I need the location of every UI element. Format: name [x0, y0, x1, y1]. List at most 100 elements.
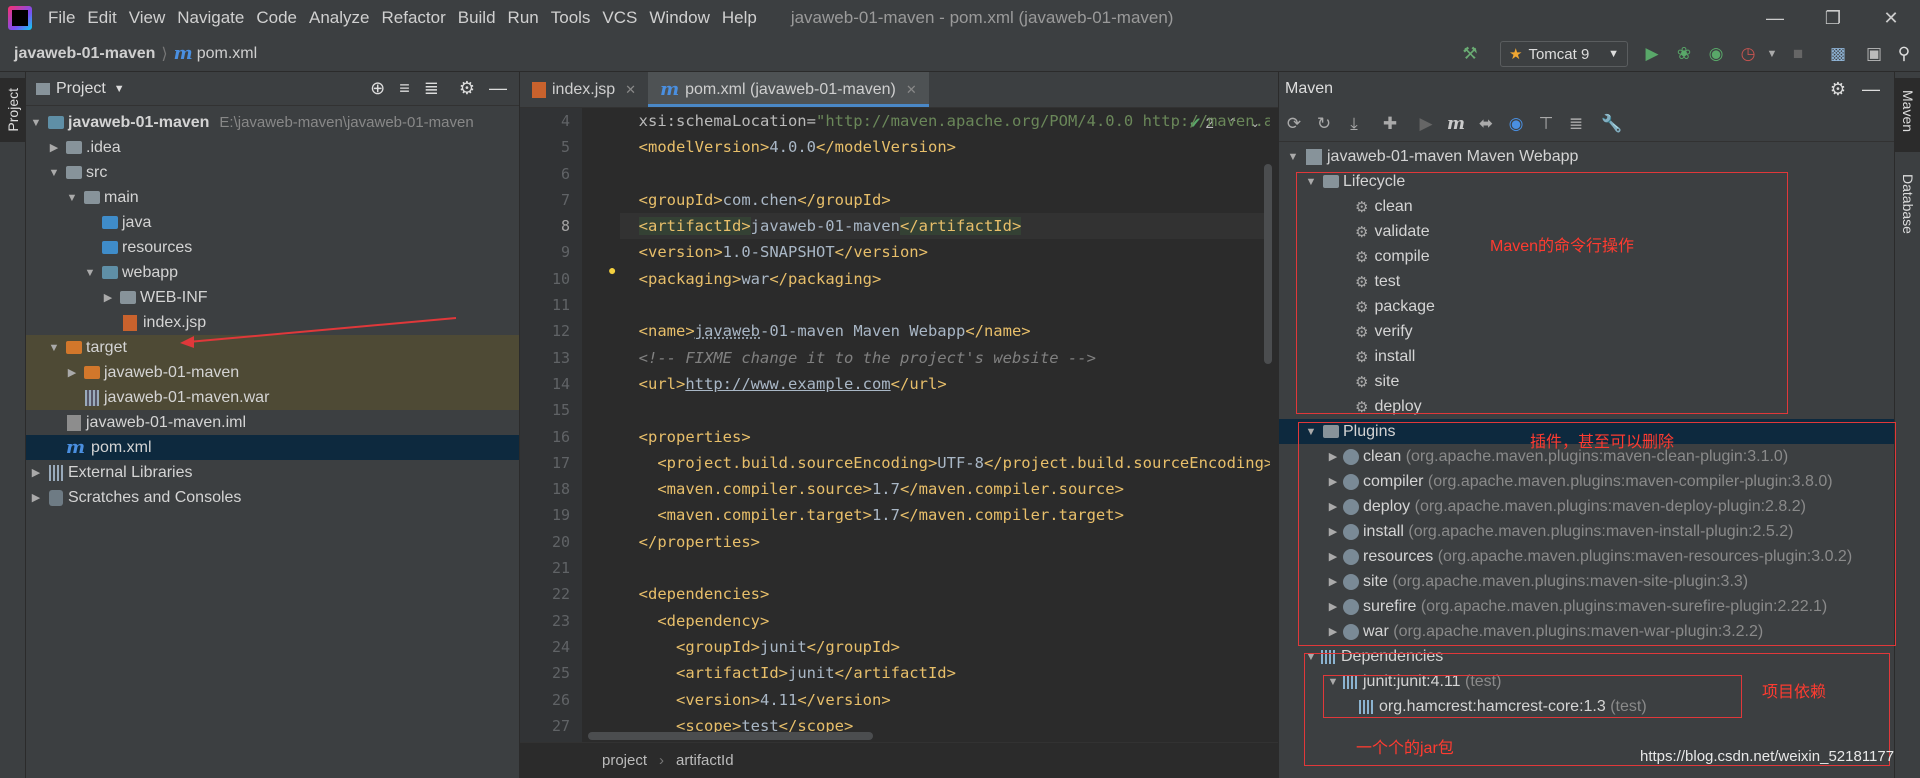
tree-item-resources[interactable]: resources	[26, 235, 519, 260]
menu-tools[interactable]: Tools	[545, 0, 597, 36]
view-dropdown-icon[interactable]: ▼	[114, 83, 125, 95]
close-tab-icon[interactable]: ✕	[625, 82, 636, 98]
tree-item-project-root[interactable]: ▼ javaweb-01-maven E:\javaweb-maven\java…	[26, 110, 519, 135]
code-editor[interactable]: xsi:schemaLocation="http://maven.apache.…	[620, 108, 1270, 742]
tab-index-jsp[interactable]: index.jsp ✕	[520, 72, 648, 107]
tree-item-src[interactable]: ▼ src	[26, 160, 519, 185]
menu-analyze[interactable]: Analyze	[303, 0, 375, 36]
collapsed-arrow-icon[interactable]: ▶	[28, 491, 44, 504]
tree-item-war[interactable]: javaweb-01-maven.war	[26, 385, 519, 410]
search-icon[interactable]: ⚲	[1892, 42, 1916, 66]
show-dependencies-icon[interactable]: ⊤	[1531, 114, 1561, 134]
menu-view[interactable]: View	[123, 0, 172, 36]
code-line: <maven.compiler.target>1.7</maven.compil…	[657, 506, 1124, 525]
tree-item-scratches[interactable]: ▶ Scratches and Consoles	[26, 485, 519, 510]
stop-icon[interactable]: ■	[1786, 42, 1810, 66]
line-number: 26	[551, 690, 570, 709]
settings-gear-icon[interactable]: ⚙	[459, 78, 475, 99]
menu-code[interactable]: Code	[250, 0, 303, 36]
collapsed-arrow-icon[interactable]: ▶	[64, 366, 80, 379]
profile-icon[interactable]: ◷	[1736, 42, 1760, 66]
run-icon[interactable]: ▶	[1640, 42, 1664, 66]
tree-item-idea[interactable]: ▶ .idea	[26, 135, 519, 160]
settings-gear-icon[interactable]: ⚙	[1830, 79, 1846, 100]
execute-goal-icon[interactable]: m	[1441, 114, 1471, 134]
menu-build[interactable]: Build	[452, 0, 502, 36]
hide-panel-icon[interactable]: —	[489, 78, 507, 99]
generate-sources-icon[interactable]: ↻	[1309, 114, 1339, 134]
restore-icon[interactable]: ❐	[1808, 0, 1858, 36]
maven-root-project[interactable]: ▼ javaweb-01-maven Maven Webapp	[1279, 144, 1894, 169]
build-hammer-icon[interactable]: ⚒	[1458, 42, 1482, 66]
menu-vcs[interactable]: VCS	[596, 0, 643, 36]
run-icon[interactable]: ▶	[1411, 114, 1441, 134]
breadcrumb-file[interactable]: pom.xml	[193, 45, 257, 63]
coverage-icon[interactable]: ◉	[1704, 42, 1728, 66]
vertical-scrollbar[interactable]	[1264, 164, 1272, 364]
expand-arrow-icon[interactable]: ▼	[64, 192, 80, 204]
skip-tests-icon[interactable]: ◉	[1501, 114, 1531, 134]
tree-item-java[interactable]: java	[26, 210, 519, 235]
project-view-icon	[36, 82, 50, 95]
menu-refactor[interactable]: Refactor	[375, 0, 451, 36]
expand-arrow-icon[interactable]: ▼	[82, 267, 98, 279]
close-icon[interactable]: ✕	[1866, 0, 1916, 36]
menu-run[interactable]: Run	[502, 0, 545, 36]
add-icon[interactable]: ✚	[1375, 114, 1405, 134]
menu-navigate[interactable]: Navigate	[171, 0, 250, 36]
reload-icon[interactable]: ⟳	[1279, 114, 1309, 134]
collapsed-arrow-icon[interactable]: ▶	[100, 291, 116, 304]
expand-arrow-icon[interactable]: ▼	[28, 117, 44, 129]
horizontal-scrollbar[interactable]	[588, 732, 873, 740]
project-structure-icon[interactable]: ▩	[1826, 42, 1850, 66]
project-panel-title[interactable]: Project	[56, 80, 106, 98]
toggle-offline-icon[interactable]: ⬌	[1471, 114, 1501, 134]
tree-item-label: javaweb-01-maven	[68, 113, 210, 131]
hide-panel-icon[interactable]: —	[1862, 79, 1880, 100]
collapse-all-icon[interactable]: ≣	[424, 78, 439, 99]
archive-file-icon	[85, 389, 99, 406]
editor-breadcrumb-item[interactable]: artifactId	[676, 752, 734, 769]
menu-edit[interactable]: Edit	[81, 0, 122, 36]
code-line: <version>1.0-SNAPSHOT</version>	[638, 243, 928, 262]
tree-item-web-inf[interactable]: ▶ WEB-INF	[26, 285, 519, 310]
editor-area: index.jsp ✕ m pom.xml (javaweb-01-maven)…	[520, 72, 1278, 778]
intention-bulb-icon[interactable]: ●	[608, 262, 616, 278]
tree-item-iml[interactable]: javaweb-01-maven.iml	[26, 410, 519, 435]
expand-arrow-icon[interactable]: ▼	[1285, 151, 1301, 163]
line-number: 6	[560, 164, 570, 183]
collapsed-arrow-icon[interactable]: ▶	[28, 466, 44, 479]
expand-arrow-icon[interactable]: ▼	[46, 342, 62, 354]
breadcrumb-project[interactable]: javaweb-01-maven	[0, 45, 155, 63]
debug-icon[interactable]: ❀	[1672, 42, 1696, 66]
locate-icon[interactable]: ⊕	[370, 78, 385, 99]
database-tool-tab[interactable]: Database	[1895, 168, 1920, 254]
presentation-icon[interactable]: ▣	[1862, 42, 1886, 66]
menu-file[interactable]: File	[42, 0, 81, 36]
run-configuration-select[interactable]: ★ Tomcat 9 ▼	[1500, 41, 1628, 67]
breadcrumb-separator-icon: ⟩	[161, 45, 168, 63]
tree-item-external-libraries[interactable]: ▶ External Libraries	[26, 460, 519, 485]
menu-window[interactable]: Window	[643, 0, 715, 36]
project-tool-tab[interactable]: Project	[0, 78, 26, 142]
maven-tool-tab[interactable]: Maven	[1895, 78, 1920, 152]
tab-pom-xml[interactable]: m pom.xml (javaweb-01-maven) ✕	[648, 72, 929, 107]
download-icon[interactable]: ⤓	[1339, 114, 1369, 134]
tree-item-main[interactable]: ▼ main	[26, 185, 519, 210]
tree-item-target-module[interactable]: ▶ javaweb-01-maven	[26, 360, 519, 385]
collapse-all-icon[interactable]: ≣	[1561, 114, 1591, 134]
minimize-icon[interactable]: —	[1750, 0, 1800, 36]
tree-item-pom[interactable]: m pom.xml	[26, 435, 519, 460]
close-tab-icon[interactable]: ✕	[906, 82, 917, 98]
expand-all-icon[interactable]: ≡	[399, 78, 410, 99]
annotation-box-lifecycle	[1296, 172, 1788, 414]
collapsed-arrow-icon[interactable]: ▶	[46, 141, 62, 154]
tree-item-webapp[interactable]: ▼ webapp	[26, 260, 519, 285]
tree-item-label: javaweb-01-maven.war	[104, 388, 270, 406]
maven-panel-header: Maven ⚙ —	[1279, 72, 1894, 106]
expand-arrow-icon[interactable]: ▼	[46, 167, 62, 179]
menu-help[interactable]: Help	[716, 0, 763, 36]
more-run-options-icon[interactable]: ▼	[1760, 42, 1784, 66]
wrench-icon[interactable]: 🔧	[1597, 114, 1627, 134]
editor-breadcrumb-item[interactable]: project	[602, 752, 647, 769]
